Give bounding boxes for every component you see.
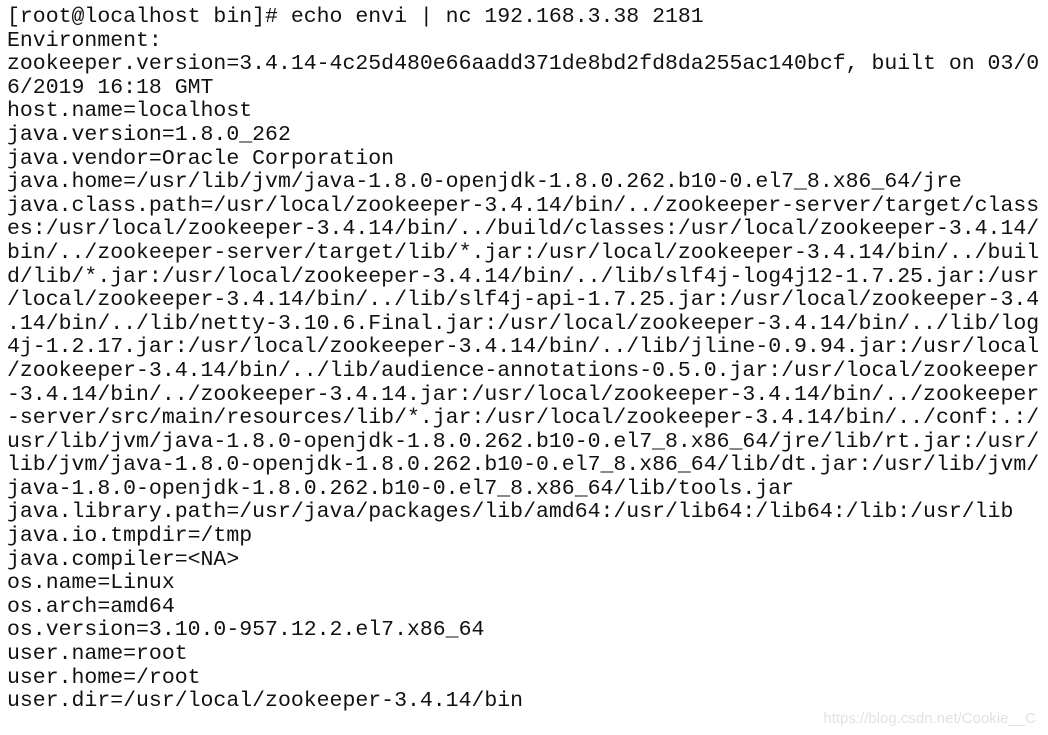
- terminal-line: es:/usr/local/zookeeper-3.4.14/bin/../bu…: [7, 217, 1040, 242]
- terminal-line: os.arch=amd64: [7, 594, 175, 619]
- terminal-line: java.library.path=/usr/java/packages/lib…: [7, 500, 1014, 525]
- terminal-line: zookeeper.version=3.4.14-4c25d480e66aadd…: [7, 52, 1040, 77]
- terminal-line: host.name=localhost: [7, 99, 253, 124]
- terminal-line: lib/jvm/java-1.8.0-openjdk-1.8.0.262.b10…: [7, 453, 1040, 478]
- terminal-line: -3.4.14/bin/../zookeeper-3.4.14.jar:/usr…: [7, 382, 1040, 407]
- terminal-line: .14/bin/../lib/netty-3.10.6.Final.jar:/u…: [7, 311, 1040, 336]
- terminal-output: [root@localhost bin]# echo envi | nc 192…: [7, 5, 1048, 714]
- terminal-line: bin/../zookeeper-server/target/lib/*.jar…: [7, 240, 1040, 265]
- terminal-line: user.name=root: [7, 642, 188, 667]
- terminal-line: [root@localhost bin]# echo envi | nc 192…: [7, 5, 704, 29]
- terminal-line: java.class.path=/usr/local/zookeeper-3.4…: [7, 193, 1040, 218]
- terminal-line: 6/2019 16:18 GMT: [7, 75, 214, 100]
- terminal-line: os.version=3.10.0-957.12.2.el7.x86_64: [7, 618, 485, 643]
- terminal-line: 4j-1.2.17.jar:/usr/local/zookeeper-3.4.1…: [7, 335, 1040, 360]
- terminal-line: java.compiler=<NA>: [7, 547, 240, 572]
- terminal-line: usr/lib/jvm/java-1.8.0-openjdk-1.8.0.262…: [7, 429, 1040, 454]
- terminal-line: java.home=/usr/lib/jvm/java-1.8.0-openjd…: [7, 170, 962, 195]
- terminal-line: user.home=/root: [7, 665, 201, 690]
- terminal-line: -server/src/main/resources/lib/*.jar:/us…: [7, 406, 1040, 431]
- terminal-line: java.version=1.8.0_262: [7, 122, 291, 147]
- terminal-line: java-1.8.0-openjdk-1.8.0.262.b10-0.el7_8…: [7, 476, 795, 501]
- watermark: https://blog.csdn.net/Cookie__C: [823, 710, 1036, 727]
- terminal-line: Environment:: [7, 28, 162, 53]
- terminal-line: java.io.tmpdir=/tmp: [7, 524, 253, 549]
- terminal-line: /local/zookeeper-3.4.14/bin/../lib/slf4j…: [7, 288, 1040, 313]
- terminal-line: java.vendor=Oracle Corporation: [7, 146, 395, 171]
- terminal-line: d/lib/*.jar:/usr/local/zookeeper-3.4.14/…: [7, 264, 1040, 289]
- terminal-line: /zookeeper-3.4.14/bin/../lib/audience-an…: [7, 358, 1040, 383]
- terminal-line: os.name=Linux: [7, 571, 175, 596]
